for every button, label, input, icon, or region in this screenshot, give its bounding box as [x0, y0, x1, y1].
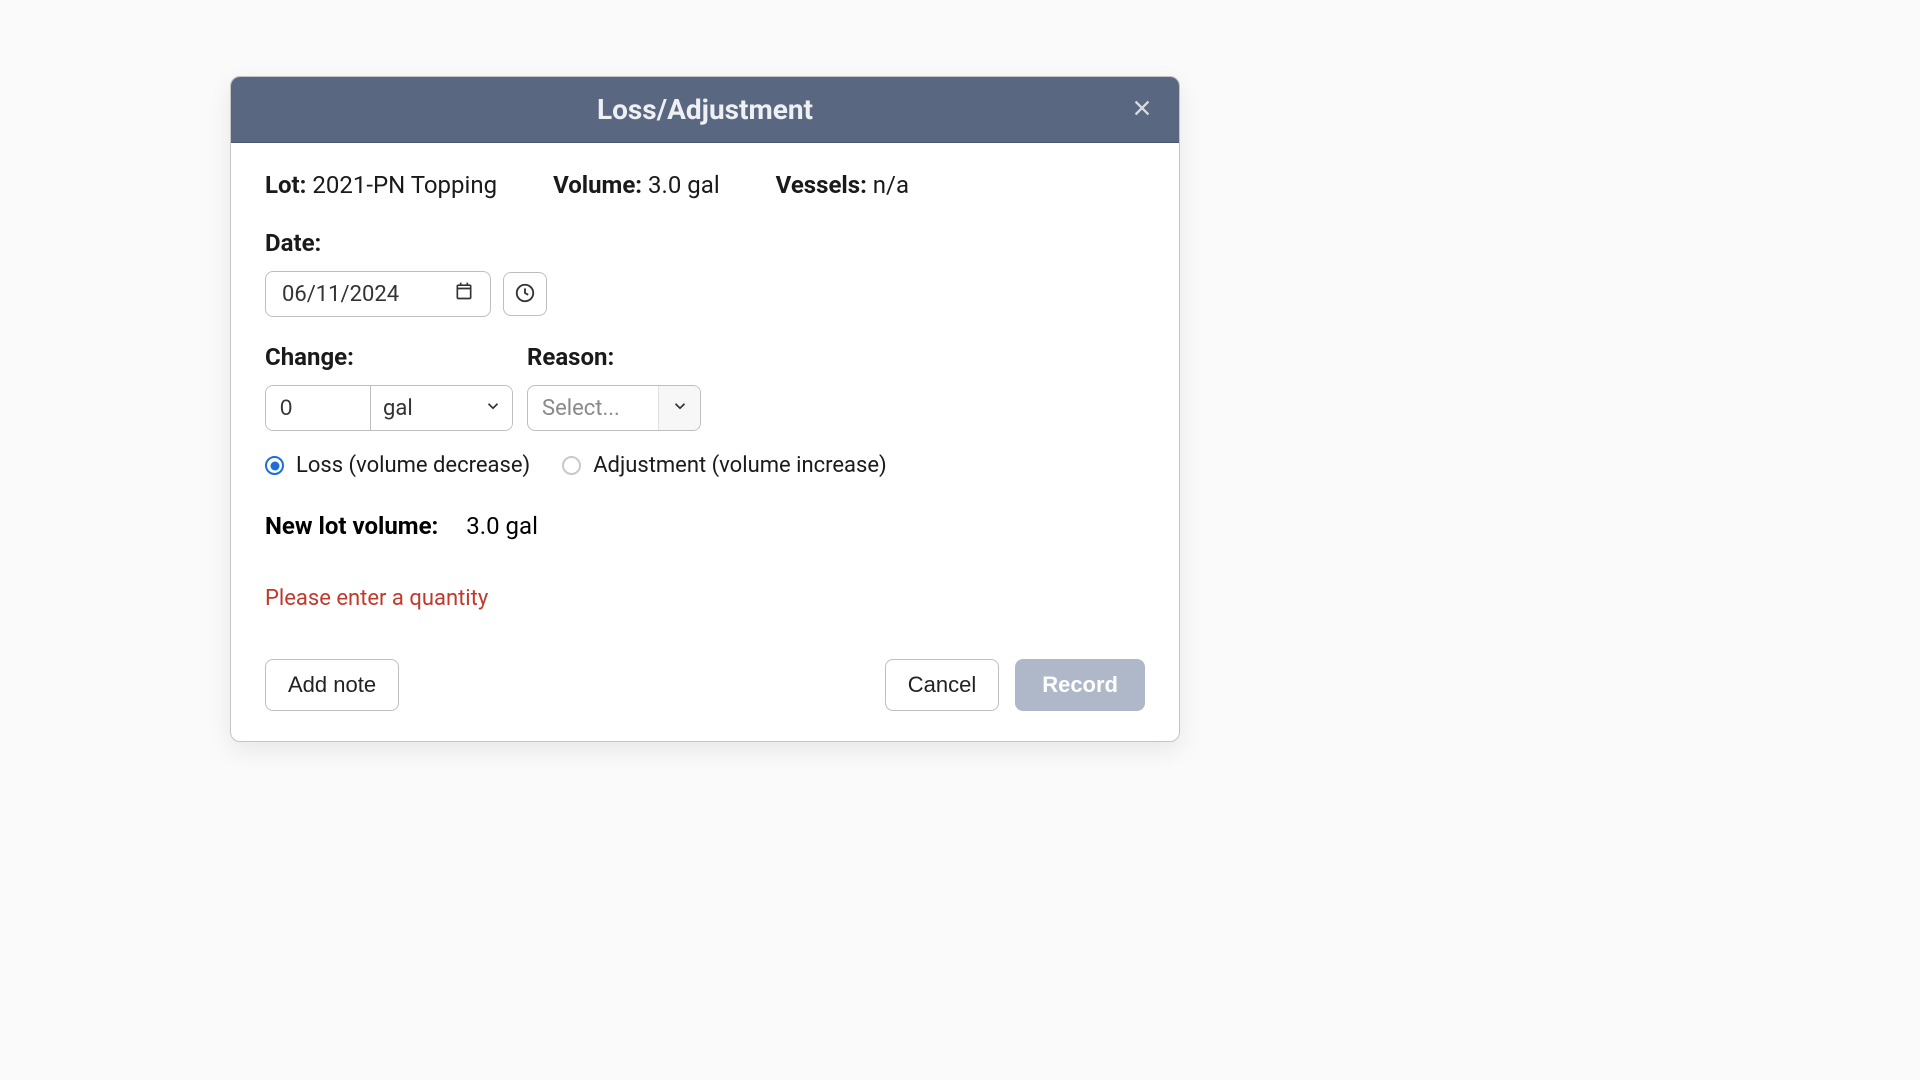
close-button[interactable]	[1123, 91, 1161, 129]
reason-placeholder: Select...	[528, 396, 658, 421]
volume-info: Volume: 3.0 gal	[553, 171, 720, 199]
modal-title: Loss/Adjustment	[597, 93, 813, 126]
vessels-value: n/a	[873, 171, 909, 199]
lot-value: 2021-PN Topping	[312, 171, 497, 199]
add-note-button[interactable]: Add note	[265, 659, 399, 711]
adjustment-radio-label: Adjustment (volume increase)	[593, 453, 887, 478]
date-value: 06/11/2024	[282, 282, 399, 307]
modal-footer: Add note Cancel Record	[265, 659, 1145, 711]
date-label: Date:	[265, 229, 1145, 257]
clock-icon	[514, 282, 536, 307]
reason-select[interactable]: Select...	[527, 385, 701, 431]
close-icon	[1131, 97, 1153, 122]
adjustment-radio-option[interactable]: Adjustment (volume increase)	[562, 453, 887, 478]
modal-header: Loss/Adjustment	[231, 77, 1179, 143]
volume-value: 3.0 gal	[648, 171, 720, 199]
modal-body: Lot: 2021-PN Topping Volume: 3.0 gal Ves…	[231, 143, 1179, 741]
change-combo: gal	[265, 385, 513, 431]
new-volume-value: 3.0 gal	[466, 512, 538, 540]
change-label: Change:	[265, 343, 513, 371]
change-input[interactable]	[266, 386, 370, 430]
loss-radio-option[interactable]: Loss (volume decrease)	[265, 453, 530, 478]
footer-right: Cancel Record	[885, 659, 1145, 711]
reason-group: Reason: Select...	[527, 343, 701, 431]
error-message: Please enter a quantity	[265, 586, 1145, 611]
date-row: 06/11/2024	[265, 271, 1145, 317]
reason-chevron-wrap	[658, 386, 700, 430]
change-reason-row: Change: gal Reason: Select...	[265, 343, 1145, 431]
cancel-button[interactable]: Cancel	[885, 659, 999, 711]
reason-label: Reason:	[527, 343, 701, 371]
lot-info: Lot: 2021-PN Topping	[265, 171, 497, 199]
new-volume-row: New lot volume: 3.0 gal	[265, 512, 1145, 540]
loss-radio-label: Loss (volume decrease)	[296, 453, 530, 478]
lot-label: Lot:	[265, 171, 306, 199]
loss-adjustment-modal: Loss/Adjustment Lot: 2021-PN Topping Vol…	[230, 76, 1180, 742]
chevron-down-icon	[671, 397, 689, 419]
vessels-info: Vessels: n/a	[776, 171, 909, 199]
info-row: Lot: 2021-PN Topping Volume: 3.0 gal Ves…	[265, 171, 1145, 199]
vessels-label: Vessels:	[776, 171, 867, 199]
unit-value: gal	[383, 396, 413, 421]
new-volume-label: New lot volume:	[265, 512, 438, 540]
date-input[interactable]: 06/11/2024	[265, 271, 491, 317]
unit-select[interactable]: gal	[370, 386, 512, 430]
radio-unselected-icon	[562, 456, 581, 475]
change-type-radio-row: Loss (volume decrease) Adjustment (volum…	[265, 453, 1145, 478]
chevron-down-icon	[484, 396, 502, 421]
record-button[interactable]: Record	[1015, 659, 1145, 711]
volume-label: Volume:	[553, 171, 642, 199]
time-button[interactable]	[503, 272, 547, 316]
calendar-icon	[454, 281, 474, 307]
change-group: Change: gal	[265, 343, 513, 431]
radio-selected-icon	[265, 456, 284, 475]
